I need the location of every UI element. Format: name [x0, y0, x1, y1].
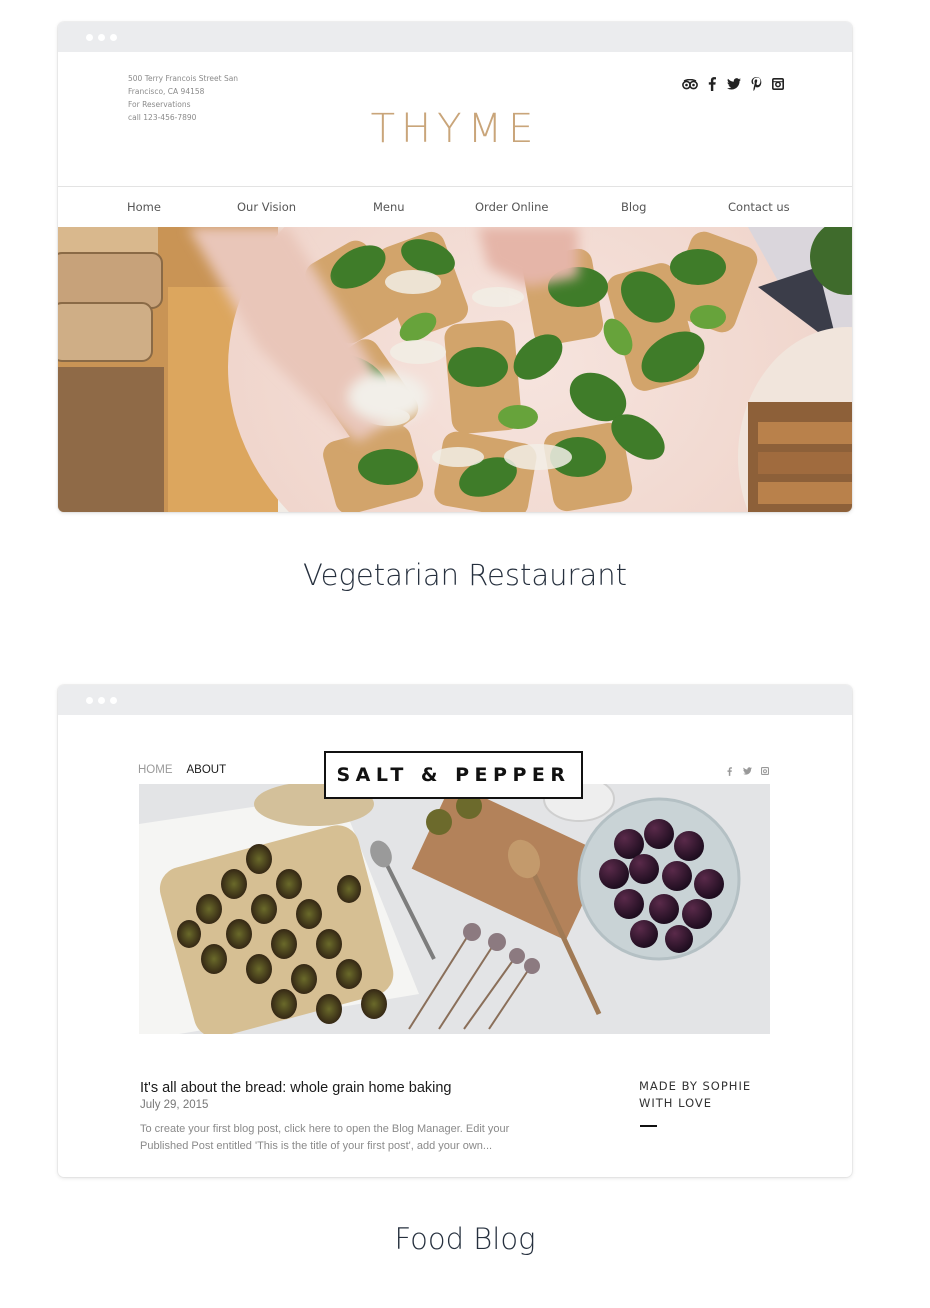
- site-nav: HOME ABOUT: [138, 764, 226, 776]
- site-logo: THYME: [370, 106, 540, 152]
- instagram-icon[interactable]: [770, 76, 786, 92]
- social-links: [682, 76, 786, 92]
- post-title[interactable]: It's all about the bread: whole grain ho…: [140, 1080, 452, 1096]
- post-excerpt: To create your first blog post, click he…: [140, 1123, 510, 1152]
- template-card-food-blog[interactable]: HOME ABOUT SALT & PEPPER It's all about …: [58, 685, 852, 1177]
- browser-chrome-bar: [58, 22, 852, 52]
- nav-item-blog[interactable]: Blog: [621, 200, 646, 214]
- window-dot: [98, 34, 105, 41]
- twitter-icon[interactable]: [742, 766, 752, 776]
- window-dot: [110, 697, 117, 704]
- hero-image: [58, 227, 852, 512]
- hero-image: [139, 784, 770, 1034]
- nav-item-contact-us[interactable]: Contact us: [728, 200, 790, 214]
- social-links: [724, 766, 770, 776]
- nav-item-home[interactable]: HOME: [138, 764, 173, 776]
- tagline-line: WITH LOVE: [639, 1096, 713, 1110]
- facebook-icon[interactable]: [704, 76, 720, 92]
- nav-item-menu[interactable]: Menu: [373, 200, 405, 214]
- tripadvisor-icon[interactable]: [682, 76, 698, 92]
- sidebar-tagline: MADE BY SOPHIE WITH LOVE: [639, 1078, 779, 1112]
- template-card-vegetarian-restaurant[interactable]: 500 Terry Francois Street San Francisco,…: [58, 22, 852, 512]
- nav-item-home[interactable]: Home: [127, 200, 161, 214]
- window-dots: [86, 697, 117, 704]
- template-caption: Vegetarian Restaurant: [303, 558, 627, 592]
- window-dot: [110, 34, 117, 41]
- nav-divider: [58, 186, 852, 187]
- nav-item-order-online[interactable]: Order Online: [475, 200, 548, 214]
- address-line: Francisco, CA 94158: [128, 87, 205, 96]
- nav-item-our-vision[interactable]: Our Vision: [237, 200, 296, 214]
- window-dot: [98, 697, 105, 704]
- address-line: 500 Terry Francois Street San: [128, 74, 239, 83]
- facebook-icon[interactable]: [724, 766, 734, 776]
- window-dot: [86, 34, 93, 41]
- tagline-line: MADE BY SOPHIE: [639, 1079, 752, 1093]
- window-dot: [86, 697, 93, 704]
- pinterest-icon[interactable]: [748, 76, 764, 92]
- tagline-divider: [640, 1125, 657, 1127]
- site-nav: Home Our Vision Menu Order Online Blog C…: [58, 188, 852, 226]
- template-caption: Food Blog: [394, 1222, 536, 1256]
- browser-chrome-bar: [58, 685, 852, 715]
- instagram-icon[interactable]: [760, 766, 770, 776]
- twitter-icon[interactable]: [726, 76, 742, 92]
- window-dots: [86, 34, 117, 41]
- nav-item-about[interactable]: ABOUT: [187, 764, 227, 776]
- site-logo: SALT & PEPPER: [324, 751, 583, 799]
- post-date: July 29, 2015: [140, 1099, 209, 1111]
